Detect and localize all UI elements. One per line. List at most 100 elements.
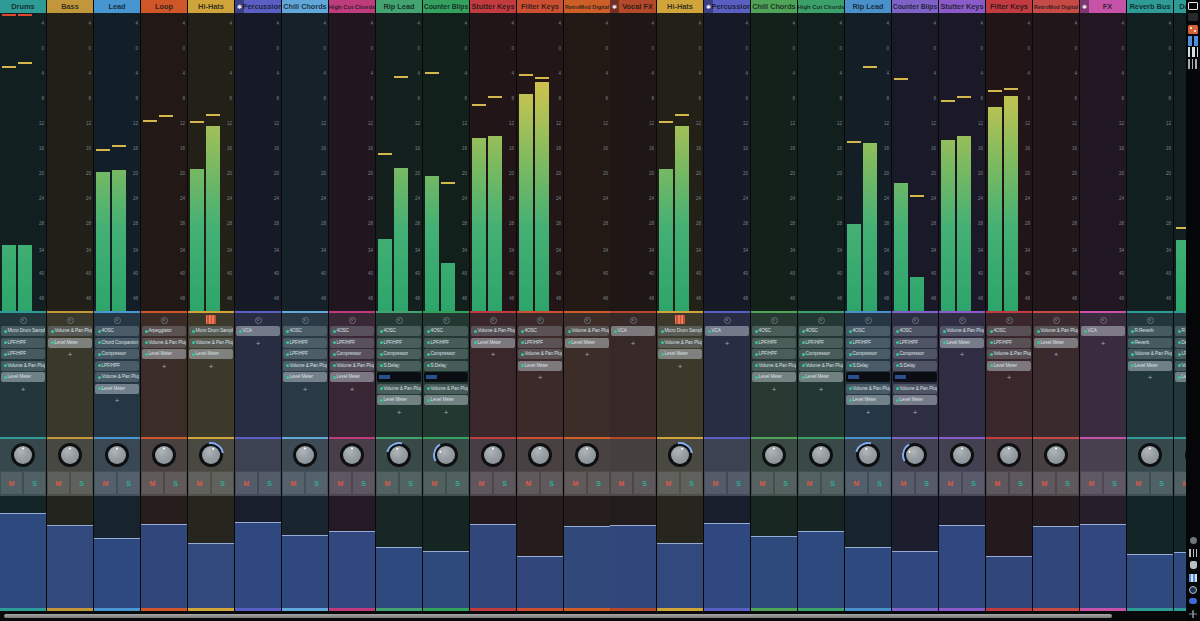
device-enabled-dot[interactable] bbox=[755, 341, 758, 344]
track-header[interactable]: Chill Chords bbox=[751, 0, 797, 13]
device-enabled-dot[interactable] bbox=[943, 330, 946, 333]
monitor-icon[interactable] bbox=[302, 317, 309, 324]
device-chip-level-meter[interactable]: Level Meter bbox=[95, 384, 139, 394]
device-enabled-dot[interactable] bbox=[286, 330, 289, 333]
device-enabled-dot[interactable] bbox=[943, 341, 946, 344]
pan-knob[interactable] bbox=[58, 443, 82, 467]
device-chip-volume-pan-plugin[interactable]: Volume & Pan Plugin bbox=[48, 326, 92, 336]
monitor-icon[interactable] bbox=[1100, 317, 1107, 324]
add-device-button[interactable]: + bbox=[1033, 351, 1079, 359]
pan-knob[interactable] bbox=[950, 443, 974, 467]
device-enabled-dot[interactable] bbox=[896, 364, 899, 367]
device-chip-lpf-hpf[interactable]: LPF/HPF bbox=[424, 338, 468, 348]
mute-button[interactable]: M bbox=[752, 472, 773, 494]
mute-button[interactable]: M bbox=[1, 472, 22, 494]
pan-knob[interactable] bbox=[340, 443, 364, 467]
track-header[interactable]: ✱Percussion bbox=[704, 0, 750, 13]
device-chip-volume-pan-plugin[interactable]: Volume & Pan Plugin bbox=[752, 361, 796, 371]
device-chip-level-meter[interactable]: Level Meter bbox=[987, 361, 1031, 371]
monitor-icon[interactable] bbox=[1006, 317, 1013, 324]
pan-knob[interactable] bbox=[434, 443, 458, 467]
monitor-icon[interactable] bbox=[912, 317, 919, 324]
device-enabled-dot[interactable] bbox=[755, 364, 758, 367]
device-chip-lpf-hpf[interactable]: LPF/HPF bbox=[330, 338, 374, 348]
mute-button[interactable]: M bbox=[236, 472, 257, 494]
volume-fader[interactable] bbox=[610, 525, 656, 608]
device-enabled-dot[interactable] bbox=[380, 330, 383, 333]
device-chip-lpf-hpf[interactable]: LPF/HPF bbox=[1, 338, 45, 348]
volume-fader[interactable] bbox=[845, 547, 891, 608]
meter-bars-white-icon[interactable] bbox=[1188, 47, 1198, 57]
device-enabled-dot[interactable] bbox=[4, 353, 7, 356]
add-device-button[interactable]: + bbox=[892, 409, 938, 417]
device-enabled-dot[interactable] bbox=[896, 399, 899, 402]
mute-button[interactable]: M bbox=[95, 472, 116, 494]
device-enabled-dot[interactable] bbox=[802, 364, 805, 367]
device-chip-level-meter[interactable]: Level Meter bbox=[283, 372, 327, 382]
track-header[interactable]: ✱FX bbox=[1080, 0, 1126, 13]
device-enabled-dot[interactable] bbox=[427, 330, 430, 333]
device-enabled-dot[interactable] bbox=[474, 330, 477, 333]
mixer-blue-icon[interactable] bbox=[1189, 574, 1197, 582]
solo-button[interactable]: S bbox=[916, 472, 937, 494]
mute-button[interactable]: M bbox=[1175, 472, 1186, 494]
device-chip-micro-drum-sampler[interactable]: Micro Drum Sampler bbox=[1, 326, 45, 336]
device-enabled-dot[interactable] bbox=[4, 341, 7, 344]
add-device-button[interactable]: + bbox=[282, 386, 328, 394]
device-chip-volume-pan-plugin[interactable]: Volume & Pan Plugin bbox=[940, 326, 984, 336]
device-enabled-dot[interactable] bbox=[4, 376, 7, 379]
device-chip-lpf-hpf[interactable]: LPF/HPF bbox=[518, 338, 562, 348]
add-device-button[interactable]: + bbox=[517, 374, 563, 382]
device-enabled-dot[interactable] bbox=[474, 341, 477, 344]
device-chip-lpf-hpf[interactable]: LPF/HPF bbox=[95, 361, 139, 371]
add-device-button[interactable]: + bbox=[188, 363, 234, 371]
device-enabled-dot[interactable] bbox=[427, 341, 430, 344]
solo-button[interactable]: S bbox=[822, 472, 843, 494]
monitor-icon[interactable] bbox=[1147, 317, 1154, 324]
device-enabled-dot[interactable] bbox=[98, 387, 101, 390]
device-enabled-dot[interactable] bbox=[333, 353, 336, 356]
device-chip-volume-pan-plugin[interactable]: Volume & Pan Plugin bbox=[1, 361, 45, 371]
add-device-button[interactable]: + bbox=[1174, 386, 1186, 394]
device-chip-4osc[interactable]: 4OSC bbox=[799, 326, 843, 336]
device-enabled-dot[interactable] bbox=[661, 330, 664, 333]
monitor-icon[interactable] bbox=[114, 317, 121, 324]
add-device-button[interactable]: + bbox=[939, 351, 985, 359]
device-chip-volume-pan-plugin[interactable]: Volume & Pan Plugin bbox=[1034, 326, 1078, 336]
monitor-icon[interactable] bbox=[959, 317, 966, 324]
device-chip-s-delay[interactable]: S:Delay bbox=[846, 361, 890, 371]
device-chip-lpf-hpf[interactable]: LPF/HPF bbox=[1, 349, 45, 359]
add-device-button[interactable]: + bbox=[610, 340, 656, 348]
monitor-icon[interactable] bbox=[584, 317, 591, 324]
device-chip-level-meter[interactable]: Level Meter bbox=[142, 349, 186, 359]
solo-button[interactable]: S bbox=[869, 472, 890, 494]
volume-fader[interactable] bbox=[1080, 524, 1126, 608]
add-device-button[interactable]: + bbox=[94, 397, 140, 405]
device-enabled-dot[interactable] bbox=[755, 376, 758, 379]
volume-fader[interactable] bbox=[282, 535, 328, 608]
device-enabled-dot[interactable] bbox=[896, 330, 899, 333]
device-chip-4osc[interactable]: 4OSC bbox=[283, 326, 327, 336]
panel-dim-icon[interactable] bbox=[1188, 13, 1198, 21]
mute-button[interactable]: M bbox=[893, 472, 914, 494]
solo-button[interactable]: S bbox=[400, 472, 421, 494]
solo-button[interactable]: S bbox=[1057, 472, 1078, 494]
device-chip-lpf-hpf[interactable]: LPF/HPF bbox=[377, 338, 421, 348]
device-enabled-dot[interactable] bbox=[51, 330, 54, 333]
device-enabled-dot[interactable] bbox=[614, 330, 617, 333]
mute-button[interactable]: M bbox=[377, 472, 398, 494]
add-device-button[interactable]: + bbox=[1080, 340, 1126, 348]
device-enabled-dot[interactable] bbox=[990, 353, 993, 356]
solo-button[interactable]: S bbox=[24, 472, 45, 494]
device-enabled-dot[interactable] bbox=[98, 364, 101, 367]
add-device-button[interactable]: + bbox=[845, 409, 891, 417]
device-chip-level-meter[interactable]: Level Meter bbox=[377, 395, 421, 405]
device-chip-volume-pan-plugin[interactable]: Volume & Pan Plugin bbox=[1128, 349, 1172, 359]
device-enabled-dot[interactable] bbox=[849, 364, 852, 367]
add-device-button[interactable]: + bbox=[1127, 374, 1173, 382]
group-icon[interactable]: ✱ bbox=[610, 0, 619, 13]
device-chip-volume-pan-plugin[interactable]: Volume & Pan Plugin bbox=[142, 338, 186, 348]
track-header[interactable]: Rip Lead bbox=[845, 0, 891, 13]
volume-fader[interactable] bbox=[141, 524, 187, 608]
solo-button[interactable]: S bbox=[963, 472, 984, 494]
